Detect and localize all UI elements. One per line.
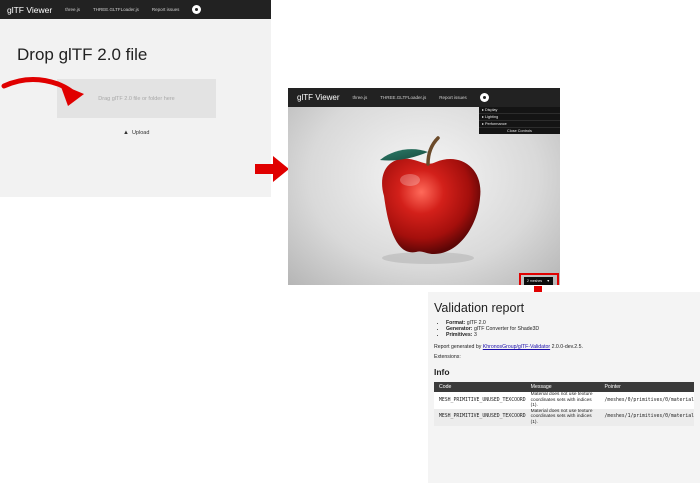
controls-item-display[interactable]: ▸ Display [479, 107, 560, 114]
brand-title[interactable]: glTF Viewer [7, 5, 52, 15]
report-title: Validation report [434, 301, 525, 315]
upload-button[interactable]: ▲ Upload [123, 130, 149, 136]
controls-item-performance[interactable]: ▸ Performance [479, 121, 560, 128]
navbar: glTF Viewer three.js THREE.GLTFLoader.js… [0, 0, 271, 19]
highlight-box: 2 meshes ▼ [519, 273, 559, 285]
table-row: MESH_PRIMITIVE_UNUSED_TEXCOORD Material … [434, 392, 694, 409]
animation-select-value: 2 meshes [527, 279, 543, 283]
viewer-page: glTF Viewer three.js THREE.GLTFLoader.js… [288, 88, 560, 285]
summary-value: glTF Converter for Shade3D [473, 326, 540, 332]
column-header-code: Code [434, 382, 526, 392]
brand-title[interactable]: glTF Viewer [297, 93, 340, 102]
generated-prefix: Report generated by [434, 344, 482, 350]
dropzone-text: Drag glTF 2.0 file or folder here [98, 95, 175, 102]
navbar: glTF Viewer three.js THREE.GLTFLoader.js… [288, 88, 560, 107]
github-icon[interactable] [479, 93, 489, 102]
summary-item: Primitives: 3 [446, 332, 539, 338]
curved-arrow-icon [1, 77, 84, 106]
cell-pointer: /meshes/1/primitives/0/material [599, 408, 694, 426]
controls-item-label: Lighting [484, 115, 499, 119]
summary-label: Primitives: [446, 332, 473, 338]
upload-label: Upload [131, 130, 150, 136]
cell-message: Material does not use texture coordinate… [525, 392, 600, 409]
cell-message: Material does not use texture coordinate… [525, 408, 600, 426]
nav-link-report-issues[interactable]: Report issues [152, 7, 180, 12]
close-controls-button[interactable]: Close Controls [479, 128, 560, 134]
extensions-label: Extensions: [434, 354, 461, 360]
table-header-row: Code Message Pointer [434, 382, 694, 392]
nav-link-threejs[interactable]: three.js [65, 7, 80, 12]
validator-link[interactable]: KhronosGroup/glTF-Validator [483, 344, 550, 350]
chevron-down-icon: ▼ [546, 279, 550, 283]
controls-item-lighting[interactable]: ▸ Lighting [479, 114, 560, 121]
info-heading: Info [434, 367, 450, 377]
github-icon[interactable] [192, 5, 202, 14]
controls-panel: ▸ Display ▸ Lighting ▸ Performance Close… [479, 107, 560, 134]
generated-by: Report generated by KhronosGroup/glTF-Va… [434, 344, 583, 350]
cell-code: MESH_PRIMITIVE_UNUSED_TEXCOORD [434, 408, 526, 426]
cell-code: MESH_PRIMITIVE_UNUSED_TEXCOORD [434, 392, 526, 409]
nav-link-gltfloader[interactable]: THREE.GLTFLoader.js [380, 95, 426, 100]
validation-report-page: Validation report Format: glTF 2.0 Gener… [428, 292, 700, 483]
controls-item-label: Display [484, 108, 498, 112]
nav-link-threejs[interactable]: three.js [353, 95, 368, 100]
table-row: MESH_PRIMITIVE_UNUSED_TEXCOORD Material … [434, 408, 694, 426]
nav-link-report-issues[interactable]: Report issues [439, 95, 467, 100]
column-header-pointer: Pointer [599, 382, 694, 392]
controls-item-label: Performance [484, 122, 507, 126]
summary-list: Format: glTF 2.0 Generator: glTF Convert… [446, 320, 539, 338]
column-header-message: Message [525, 382, 600, 392]
right-arrow-icon [255, 156, 289, 182]
validator-version: 2.0.0-dev.2.5. [551, 344, 583, 350]
nav-link-gltfloader[interactable]: THREE.GLTFLoader.js [93, 7, 139, 12]
info-table: Code Message Pointer MESH_PRIMITIVE_UNUS… [434, 382, 694, 426]
summary-value: 3 [473, 332, 477, 338]
page-title: Drop glTF 2.0 file [17, 45, 148, 64]
cell-pointer: /meshes/0/primitives/0/material [599, 392, 694, 409]
upload-icon: ▲ [123, 130, 129, 136]
animation-select[interactable]: 2 meshes ▼ [524, 277, 553, 285]
